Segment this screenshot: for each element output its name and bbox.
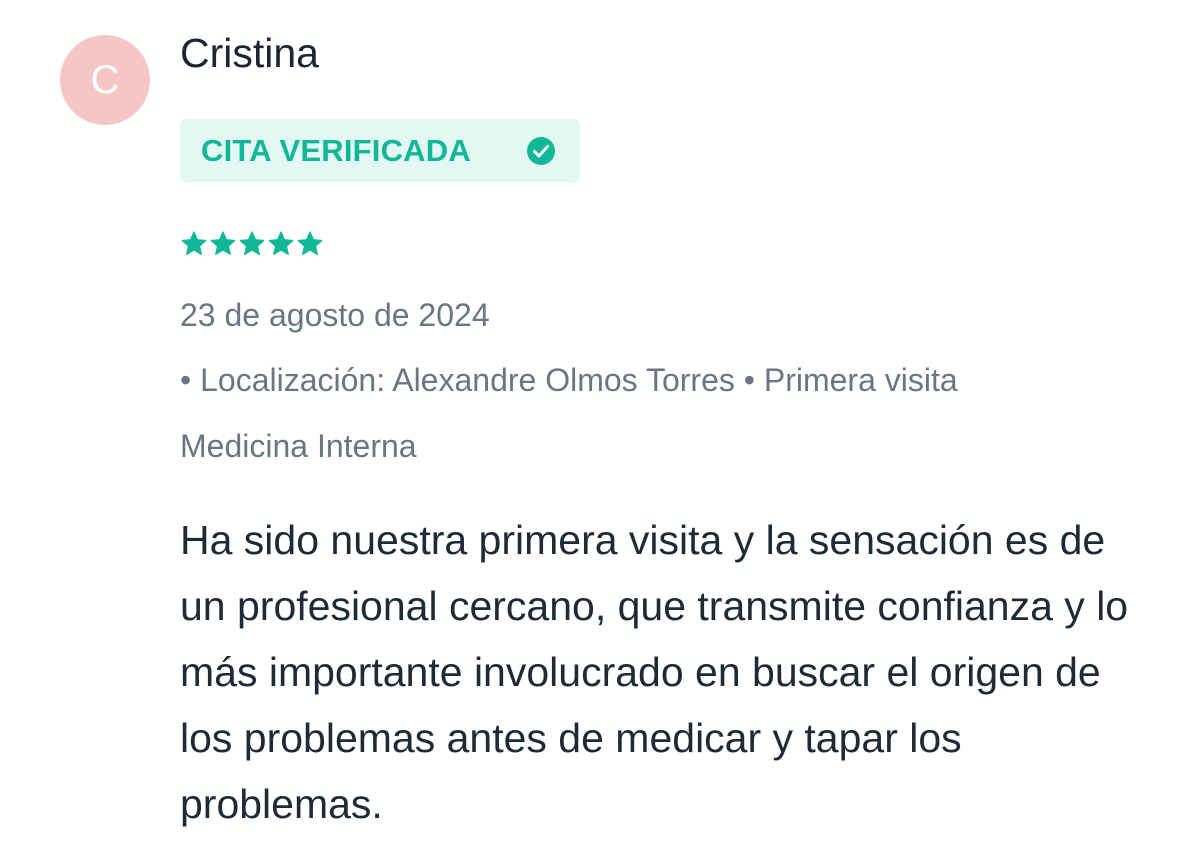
verified-badge-label: CITA VERIFICADA xyxy=(201,132,471,168)
review-author: Cristina xyxy=(180,30,319,76)
review-specialty: Medicina Interna xyxy=(180,428,417,464)
review-text: Ha sido nuestra primera visita y la sens… xyxy=(180,517,1129,827)
star-rating xyxy=(180,229,324,261)
review-meta: • Localización: Alexandre Olmos Torres •… xyxy=(180,362,958,398)
avatar-initial: C xyxy=(90,58,120,102)
star-icon xyxy=(268,231,294,255)
avatar: C xyxy=(60,35,150,125)
check-circle-icon xyxy=(527,137,555,165)
star-icon xyxy=(181,231,207,255)
star-icon xyxy=(239,231,265,255)
verified-badge: CITA VERIFICADA xyxy=(180,119,580,182)
star-icon xyxy=(297,231,323,255)
review-card: C Cristina CITA VERIFICADA 23 de agosto … xyxy=(0,0,1179,852)
star-icon xyxy=(210,231,236,255)
review-date: 23 de agosto de 2024 xyxy=(180,297,490,333)
